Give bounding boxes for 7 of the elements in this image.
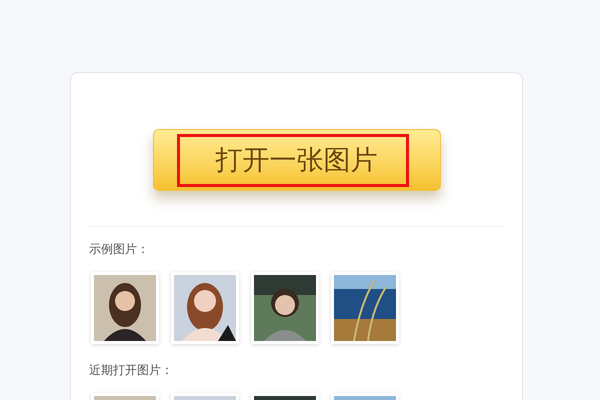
section-label: 近期打开图片：	[89, 362, 173, 379]
thumbnail[interactable]	[171, 272, 239, 344]
thumbnail[interactable]	[251, 272, 319, 344]
thumbnail[interactable]	[331, 272, 399, 344]
section-label: 示例图片：	[89, 241, 149, 258]
thumbnail[interactable]	[91, 272, 159, 344]
open-image-button[interactable]: 打开一张图片	[152, 129, 440, 191]
